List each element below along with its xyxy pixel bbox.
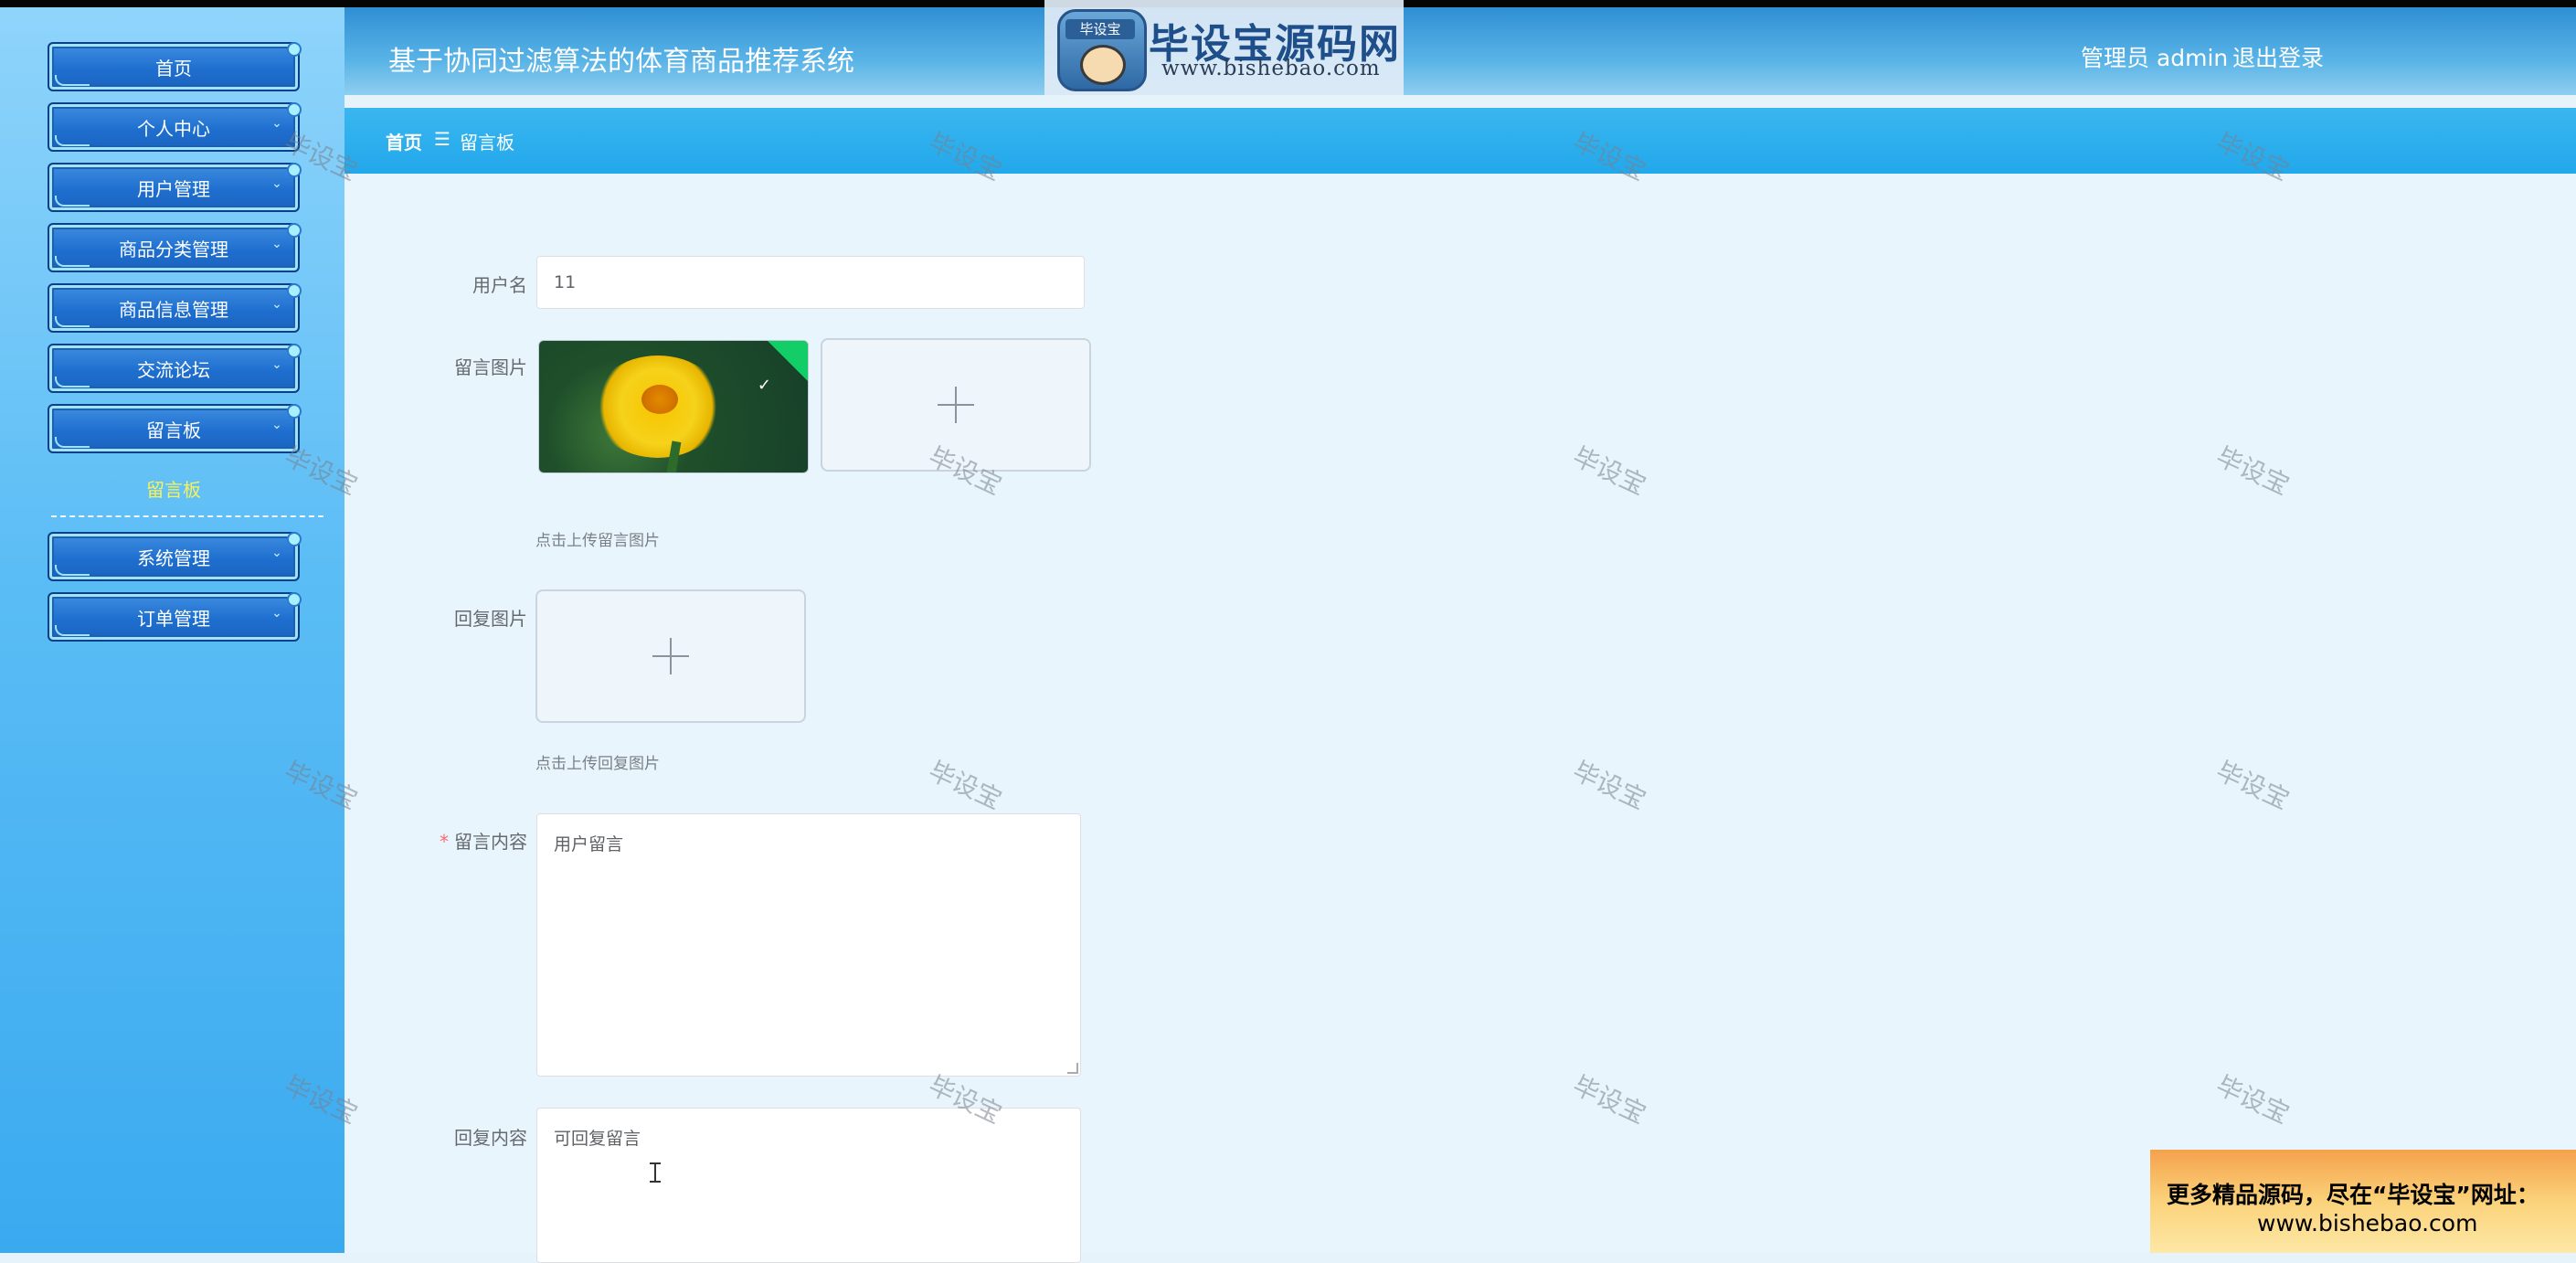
- ornament-dot-icon: [287, 404, 302, 419]
- ornament-swirl-icon: [55, 377, 90, 387]
- content-textarea[interactable]: 用户留言: [536, 813, 1081, 1077]
- ornament-dot-icon: [287, 163, 302, 177]
- sidebar: 首页 个人中心 ⌄ 用户管理 ⌄ 商品分类管理 ⌄ 商品信息管理 ⌄ 交流论坛 …: [0, 7, 345, 1253]
- message-image-tip: 点击上传留言图片: [535, 532, 660, 550]
- ornament-dot-icon: [287, 223, 302, 238]
- reply-label: 回复内容: [454, 1127, 527, 1149]
- resize-handle-icon[interactable]: [1067, 1063, 1078, 1074]
- ornament-swirl-icon: [55, 565, 90, 576]
- reply-image-tip: 点击上传回复图片: [535, 755, 660, 773]
- promo-banner[interactable]: 更多精品源码，尽在“毕设宝”网址： www.bishebao.com: [2150, 1150, 2576, 1253]
- ornament-dot-icon: [287, 592, 302, 607]
- ornament-swirl-icon: [55, 196, 90, 207]
- mascot-face-icon: [1080, 45, 1126, 85]
- app-title: 基于协同过滤算法的体育商品推荐系统: [388, 46, 854, 78]
- sidebar-item-label: 首页: [155, 58, 192, 80]
- breadcrumb-current: 留言板: [460, 132, 514, 154]
- submenu-divider: [51, 515, 323, 517]
- chevron-down-icon: ⌄: [271, 546, 282, 560]
- sidebar-item-label: 个人中心: [137, 118, 210, 140]
- username-label: 用户名: [472, 274, 527, 296]
- plus-icon: [652, 638, 689, 674]
- reply-textarea[interactable]: 可回复留言: [536, 1108, 1081, 1263]
- reply-value: 可回复留言: [554, 1129, 641, 1149]
- mascot-icon: 毕设宝: [1057, 9, 1147, 91]
- ornament-dot-icon: [287, 102, 302, 117]
- upload-success-badge: [768, 341, 808, 381]
- chevron-down-icon: ⌄: [271, 606, 282, 621]
- site-logo: 毕设宝 毕设宝源码网 www.bishebao.com: [1044, 0, 1404, 95]
- sidebar-item-home[interactable]: 首页: [48, 42, 302, 91]
- required-mark: *: [440, 831, 449, 853]
- ornament-dot-icon: [287, 42, 302, 57]
- username-input[interactable]: [536, 256, 1085, 309]
- ornament-dot-icon: [287, 532, 302, 547]
- breadcrumb-separator-icon: ☰: [434, 128, 451, 150]
- sidebar-item-users[interactable]: 用户管理 ⌄: [48, 163, 302, 212]
- content-label-text: 留言内容: [454, 831, 527, 853]
- sidebar-item-label: 留言板: [146, 419, 201, 441]
- logo-icon-label: 毕设宝: [1065, 19, 1135, 39]
- uploaded-image-thumbnail[interactable]: ✓: [538, 340, 809, 473]
- sidebar-item-forum[interactable]: 交流论坛 ⌄: [48, 344, 302, 393]
- sidebar-item-products[interactable]: 商品信息管理 ⌄: [48, 283, 302, 333]
- sidebar-item-messages[interactable]: 留言板 ⌄: [48, 404, 302, 453]
- flower-center: [641, 385, 678, 414]
- content-label: * 留言内容: [345, 827, 527, 854]
- current-user: 管理员 admin: [2081, 45, 2229, 71]
- breadcrumb: 首页 ☰ 留言板: [345, 108, 2576, 174]
- sidebar-item-label: 订单管理: [137, 608, 210, 630]
- promo-line-2: www.bishebao.com: [2257, 1210, 2478, 1236]
- text-cursor-icon: [650, 1162, 661, 1183]
- chevron-down-icon: ⌄: [271, 237, 282, 251]
- ornament-dot-icon: [287, 344, 302, 358]
- ornament-swirl-icon: [55, 256, 90, 267]
- check-icon: ✓: [757, 376, 771, 395]
- sidebar-item-orders[interactable]: 订单管理 ⌄: [48, 592, 302, 642]
- content-value: 用户留言: [554, 834, 624, 854]
- reply-image-upload-button[interactable]: [535, 589, 806, 723]
- main-content: 用户名 留言图片 ✓ 点击上传留言图片 回复图片 点击上传回复图片 *留言内容 …: [345, 174, 2576, 1263]
- message-image-upload-button[interactable]: [821, 338, 1091, 472]
- message-image-label: 留言图片: [454, 356, 527, 378]
- ornament-swirl-icon: [55, 437, 90, 448]
- ornament-dot-icon: [287, 283, 302, 298]
- promo-line-1: 更多精品源码，尽在“毕设宝”网址：: [2167, 1182, 2539, 1208]
- sidebar-item-label: 商品分类管理: [119, 239, 228, 260]
- chevron-down-icon: ⌄: [271, 116, 282, 131]
- reply-image-label: 回复图片: [454, 608, 527, 630]
- sidebar-item-system[interactable]: 系统管理 ⌄: [48, 532, 302, 581]
- ornament-swirl-icon: [55, 135, 90, 146]
- header: 基于协同过滤算法的体育商品推荐系统 管理员 admin 退出登录: [345, 7, 2576, 95]
- sidebar-item-profile[interactable]: 个人中心 ⌄: [48, 102, 302, 152]
- chevron-down-icon: ⌄: [271, 418, 282, 432]
- logo-url: www.bishebao.com: [1161, 57, 1381, 80]
- sidebar-item-label: 系统管理: [137, 547, 210, 569]
- breadcrumb-home[interactable]: 首页: [386, 128, 422, 154]
- chevron-down-icon: ⌄: [271, 297, 282, 312]
- sidebar-item-label: 用户管理: [137, 178, 210, 200]
- sidebar-item-label: 交流论坛: [137, 359, 210, 381]
- logout-link[interactable]: 退出登录: [2232, 40, 2324, 73]
- ornament-swirl-icon: [55, 75, 90, 86]
- sidebar-item-label: 商品信息管理: [119, 299, 228, 321]
- ornament-swirl-icon: [55, 625, 90, 636]
- ornament-swirl-icon: [55, 316, 90, 327]
- plus-icon: [938, 387, 974, 423]
- chevron-down-icon: ⌄: [271, 176, 282, 191]
- sidebar-item-category[interactable]: 商品分类管理 ⌄: [48, 223, 302, 272]
- chevron-down-icon: ⌄: [271, 357, 282, 372]
- submenu-item-messages[interactable]: 留言板: [48, 476, 300, 504]
